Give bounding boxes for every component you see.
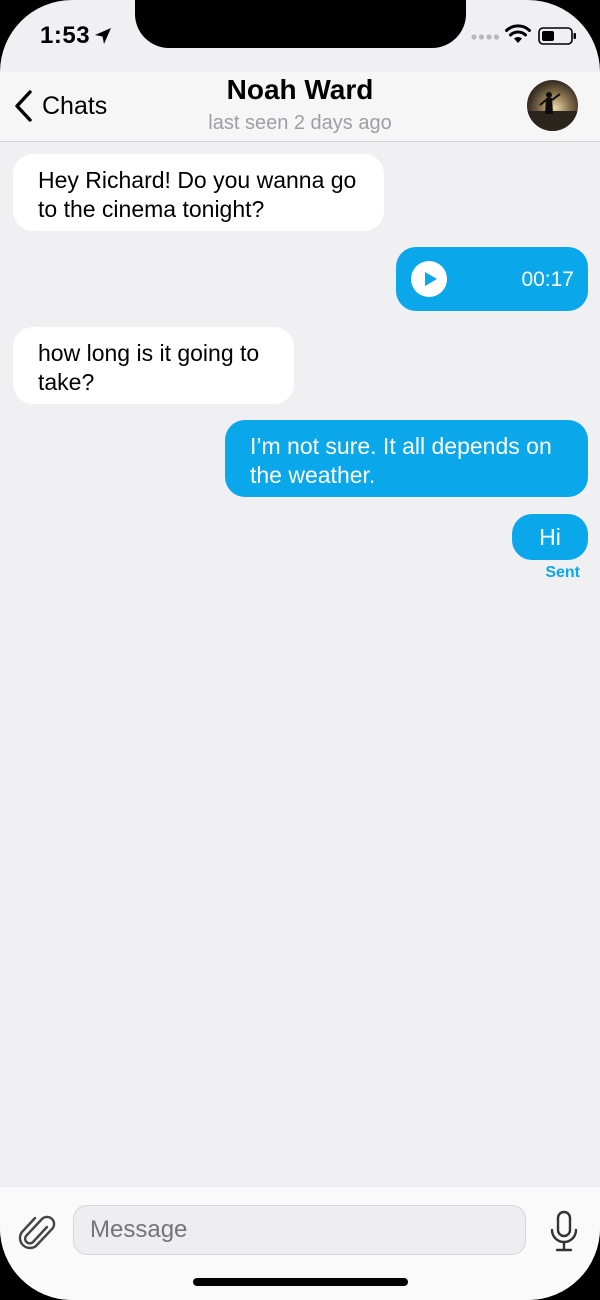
battery-icon: [538, 27, 576, 45]
chat-header: Chats Noah Ward last seen 2 days ago: [0, 72, 600, 142]
phone-screen: 1:53 Chats Noah Ward last seen 2 days ag…: [0, 0, 600, 1300]
wifi-icon: [505, 24, 531, 43]
message-status: Sent: [545, 564, 580, 581]
home-indicator[interactable]: [193, 1278, 408, 1286]
last-seen-status: last seen 2 days ago: [208, 112, 392, 134]
play-icon[interactable]: [411, 261, 447, 297]
voice-message-bubble[interactable]: 00:17: [396, 247, 588, 311]
message-bubble-incoming[interactable]: Hey Richard! Do you wanna go to the cine…: [13, 154, 384, 231]
paperclip-icon[interactable]: [18, 1211, 56, 1255]
message-bubble-outgoing[interactable]: Hi: [512, 514, 588, 560]
microphone-icon[interactable]: [549, 1209, 579, 1255]
message-input[interactable]: [73, 1205, 526, 1255]
status-time: 1:53: [40, 22, 91, 49]
device-notch: [135, 0, 466, 48]
message-bubble-outgoing[interactable]: I’m not sure. It all depends on the weat…: [225, 420, 588, 497]
message-bubble-incoming[interactable]: how long is it going to take?: [13, 327, 294, 404]
contact-name[interactable]: Noah Ward: [0, 74, 600, 106]
voice-duration: 00:17: [521, 268, 574, 291]
cellular-signal-icon: [471, 34, 500, 40]
contact-avatar[interactable]: [527, 80, 578, 131]
location-arrow-icon: [95, 28, 111, 44]
avatar-silhouette-icon: [527, 92, 578, 131]
